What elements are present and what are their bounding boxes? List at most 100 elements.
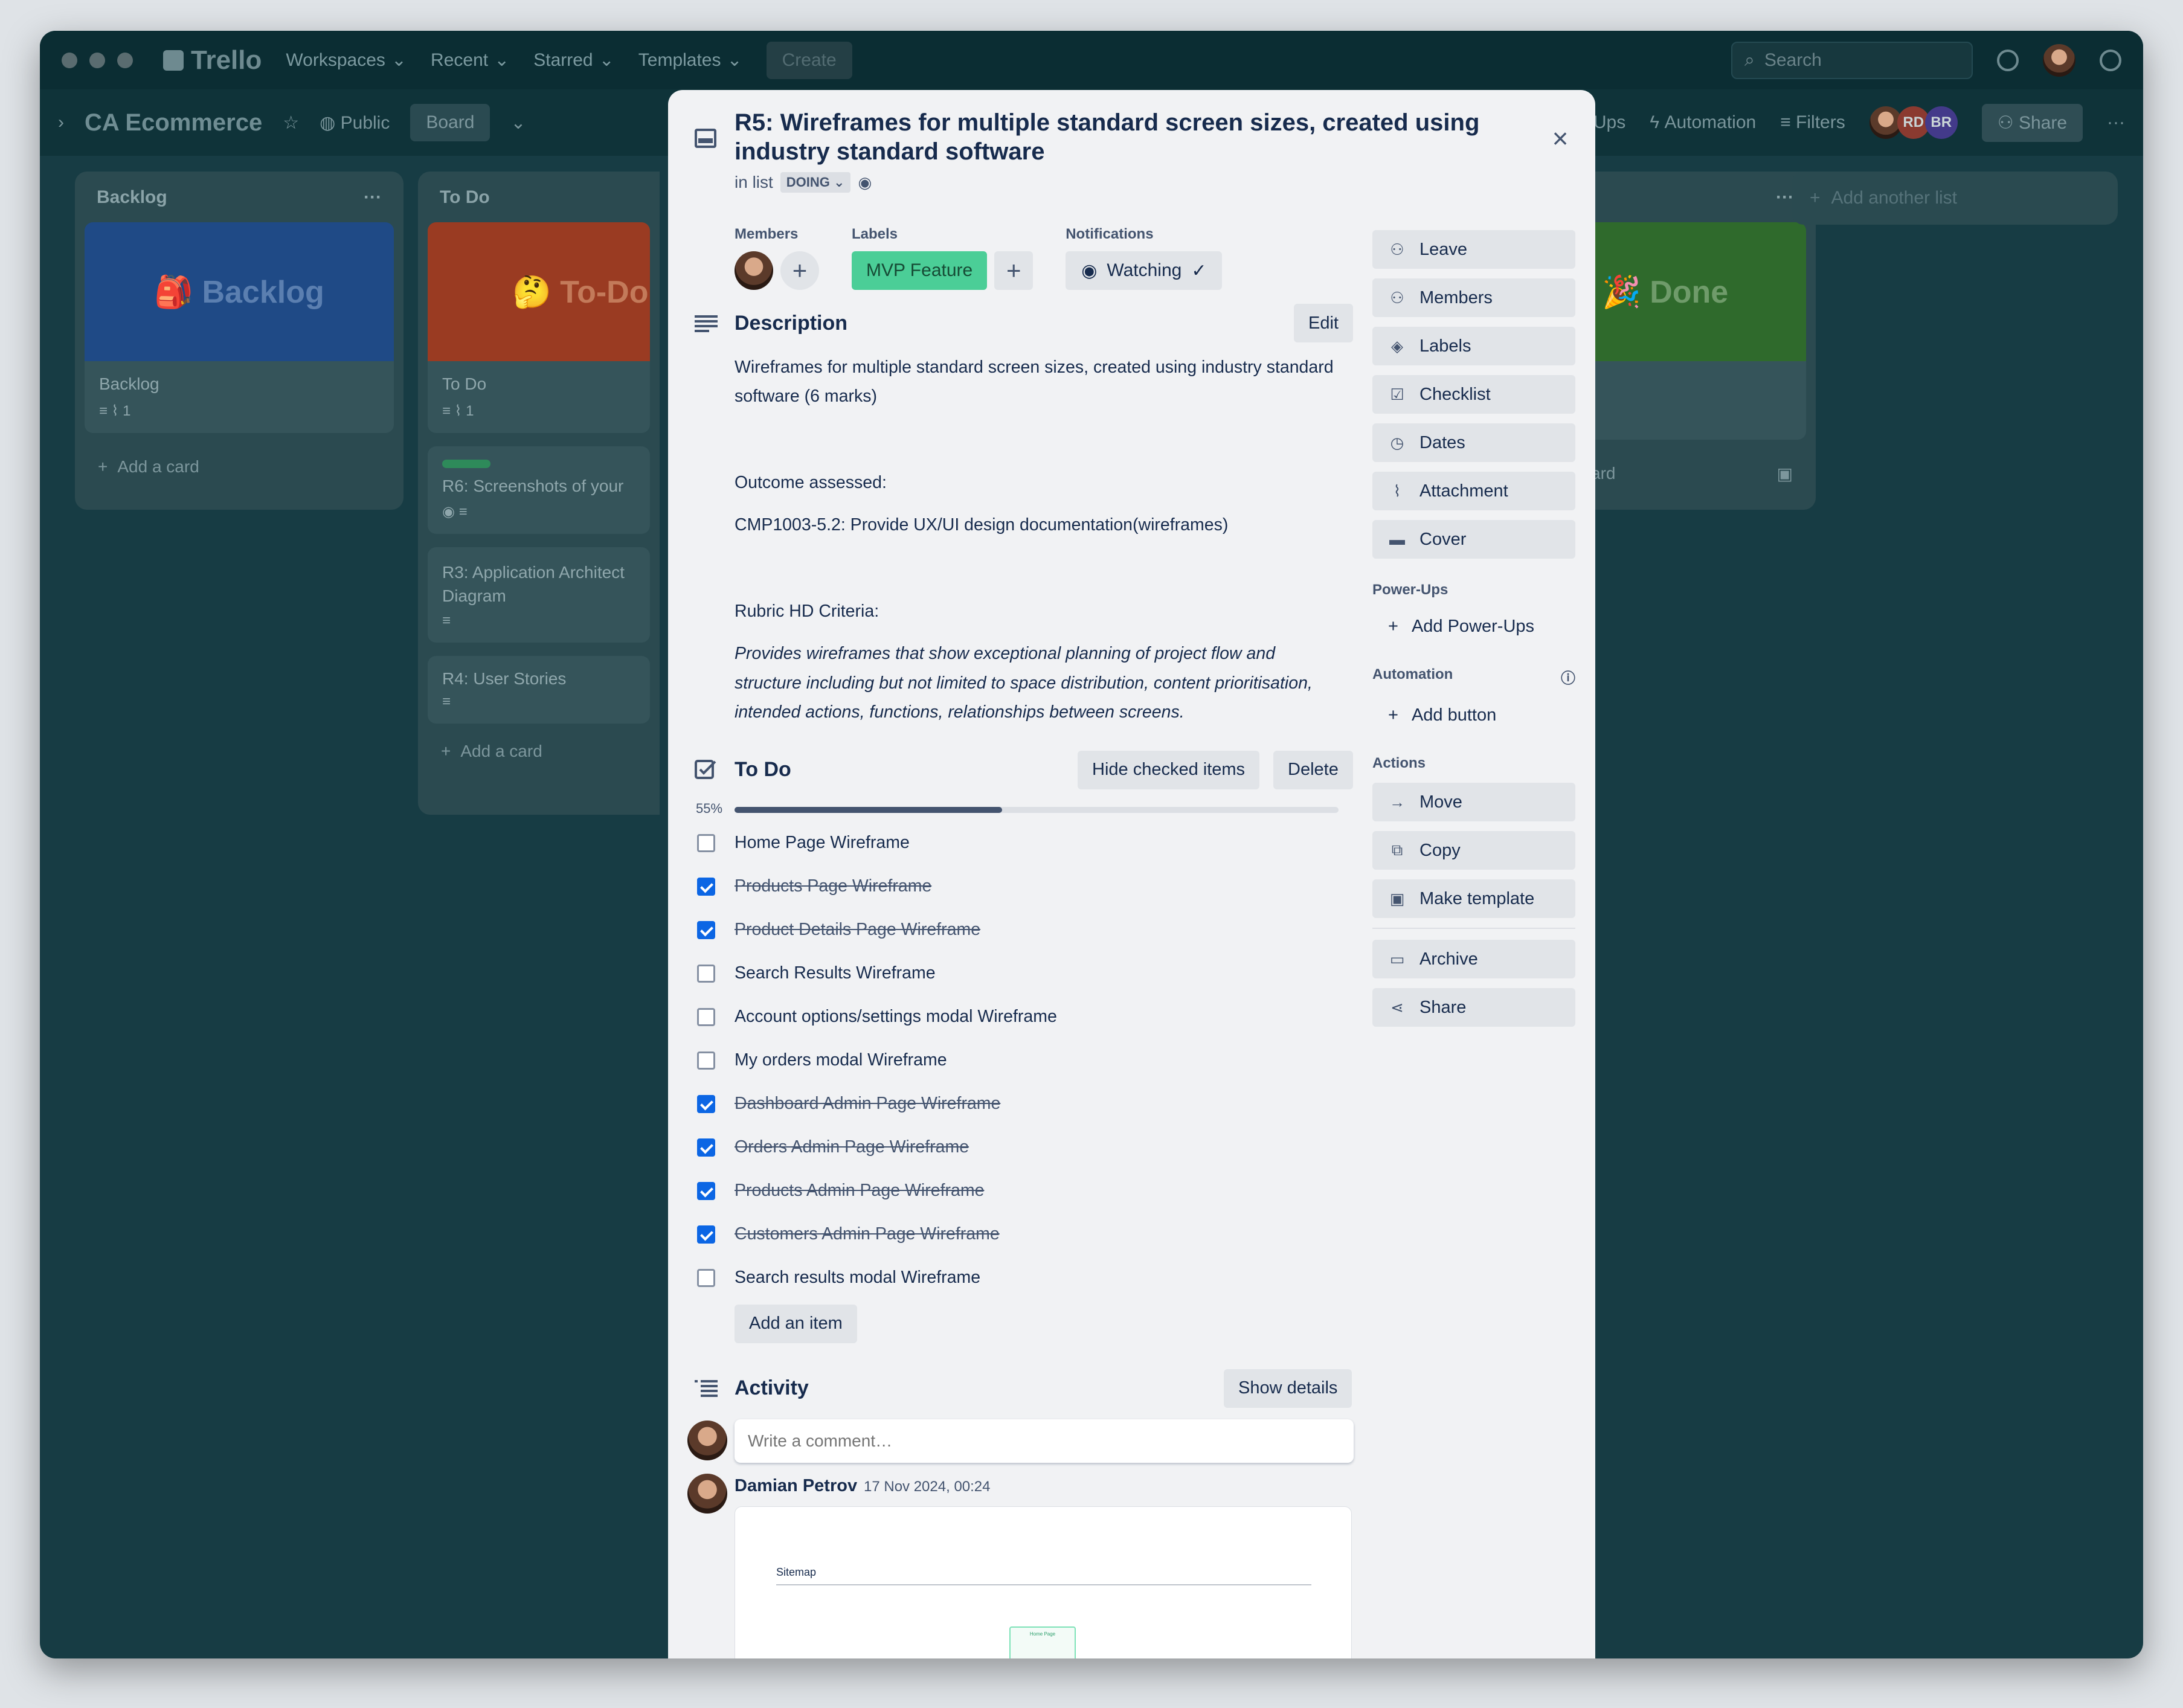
show-details-button[interactable]: Show details [1224,1369,1352,1408]
list-header[interactable]: To Do [428,187,650,208]
archive-button[interactable]: ▭ Archive [1372,940,1575,978]
card-title[interactable]: R5: Wireframes for multiple standard scr… [735,108,1496,166]
checklist-item[interactable]: Search Results Wireframe [668,952,1363,995]
checklist-item-text[interactable]: Home Page Wireframe [735,833,910,853]
checklist-item[interactable]: Home Page Wireframe [668,821,1363,865]
checklist-item-text[interactable]: Product Details Page Wireframe [735,920,980,940]
watching-button[interactable]: ◉ Watching ✓ [1066,251,1223,290]
list-header[interactable]: ··· [1578,187,1806,208]
add-label-button[interactable]: + [994,251,1034,290]
checklist-item-text[interactable]: Account options/settings modal Wireframe [735,1007,1057,1027]
dates-button[interactable]: ◷ Dates [1372,423,1575,462]
create-button[interactable]: Create [766,41,852,79]
checklist-button[interactable]: ☑ Checklist [1372,375,1575,414]
checklist-item[interactable]: Products Page Wireframe [668,865,1363,908]
user-avatar[interactable] [2043,43,2075,77]
checklist-item[interactable]: Account options/settings modal Wireframe [668,995,1363,1039]
add-checklist-item-button[interactable]: Add an item [735,1304,857,1343]
delete-checklist-button[interactable]: Delete [1273,750,1353,789]
attachment-button[interactable]: ⌇ Attachment [1372,472,1575,510]
checklist-item[interactable]: Dashboard Admin Page Wireframe [668,1082,1363,1126]
close-window-button[interactable] [62,52,77,68]
leave-button[interactable]: ⚇ Leave [1372,230,1575,269]
checklist-item-text[interactable]: My orders modal Wireframe [735,1050,947,1070]
chevron-right-icon[interactable]: › [58,112,64,133]
chevron-down-icon[interactable]: ⌄ [510,112,526,133]
add-member-button[interactable]: + [780,251,819,290]
template-icon[interactable]: ▣ [1777,464,1793,484]
checklist-item-text[interactable]: Products Page Wireframe [735,876,931,896]
search-input[interactable]: ⌕ Search [1731,41,1973,79]
make-template-button[interactable]: ▣ Make template [1372,879,1575,918]
checklist-item-text[interactable]: Search Results Wireframe [735,963,936,983]
card-r3[interactable]: R3: Application Architect Diagram ≡ [428,547,650,643]
add-powerups-button[interactable]: + Add Power-Ups [1372,609,1575,643]
attachment-preview[interactable]: Sitemap Home Page [735,1506,1352,1658]
checklist-checkbox[interactable] [697,833,715,852]
nav-recent[interactable]: Recent ⌄ [431,50,509,71]
trello-logo[interactable]: Trello [163,45,262,75]
add-list-button[interactable]: + Add another list [1792,172,2118,225]
checklist-item-text[interactable]: Dashboard Admin Page Wireframe [735,1094,1000,1114]
automation-button[interactable]: ϟ Automation [1650,112,1756,133]
members-button[interactable]: ⚇ Members [1372,278,1575,317]
share-button[interactable]: ⋖ Share [1372,988,1575,1027]
label-mvp-feature[interactable]: MVP Feature [852,251,988,290]
notifications-icon[interactable] [1997,49,2019,71]
checklist-item[interactable]: Customers Admin Page Wireframe [668,1213,1363,1256]
checklist-checkbox[interactable] [697,920,715,939]
checklist-item[interactable]: Product Details Page Wireframe [668,908,1363,952]
board-title[interactable]: CA Ecommerce [85,109,262,136]
hide-checked-items-button[interactable]: Hide checked items [1078,750,1260,789]
more-icon[interactable]: ··· [2107,112,2125,133]
checklist-checkbox[interactable] [697,877,715,896]
more-icon[interactable]: ··· [364,187,382,208]
labels-button[interactable]: ◈ Labels [1372,327,1575,365]
checklist-item-text[interactable]: Customers Admin Page Wireframe [735,1224,1000,1244]
activity-author[interactable]: Damian Petrov [735,1476,857,1496]
nav-templates[interactable]: Templates ⌄ [638,50,742,71]
share-board-button[interactable]: ⚇ Share [1981,103,2083,142]
checklist-checkbox[interactable] [697,1268,715,1287]
checklist-checkbox[interactable] [697,1138,715,1157]
nav-workspaces[interactable]: Workspaces ⌄ [286,50,407,71]
star-icon[interactable]: ☆ [283,112,299,133]
visibility-button[interactable]: ◍ Public [320,112,390,133]
comment-input[interactable] [735,1419,1354,1463]
settings-gear-icon[interactable] [2100,49,2121,71]
checklist-checkbox[interactable] [697,1094,715,1113]
list-selector[interactable]: DOING ⌄ [780,172,851,193]
checklist-item[interactable]: Orders Admin Page Wireframe [668,1126,1363,1169]
board-view-button[interactable]: Board [410,104,490,141]
checklist-checkbox[interactable] [697,1181,715,1200]
info-icon[interactable]: ⓘ [1561,666,1575,687]
checklist-checkbox[interactable] [697,964,715,983]
card-todo[interactable]: To Do ≡ ⌇ 1 [428,361,650,433]
cover-button[interactable]: ▬ Cover [1372,520,1575,559]
add-card-button[interactable]: + Add a card [85,433,394,479]
close-icon[interactable]: × [1546,124,1575,154]
maximize-window-button[interactable] [117,52,133,68]
description-body[interactable]: Wireframes for multiple standard screen … [735,353,1345,727]
activity-timestamp[interactable]: 17 Nov 2024, 00:24 [864,1478,991,1495]
move-button[interactable]: → Move [1372,783,1575,821]
card-r4[interactable]: R4: User Stories ≡ [428,656,650,724]
checklist-item[interactable]: Search results modal Wireframe [668,1256,1363,1300]
author-avatar[interactable] [687,1473,727,1514]
nav-starred[interactable]: Starred ⌄ [533,50,614,71]
checklist-checkbox[interactable] [697,1007,715,1026]
member-avatar[interactable]: BR [1924,106,1958,139]
checklist-item-text[interactable]: Search results modal Wireframe [735,1268,980,1288]
list-header[interactable]: Backlog ··· [85,187,394,208]
add-button-button[interactable]: + Add button [1372,698,1575,732]
checklist-checkbox[interactable] [697,1225,715,1244]
checklist-item[interactable]: My orders modal Wireframe [668,1039,1363,1082]
checklist-title[interactable]: To Do [735,758,791,782]
copy-button[interactable]: ⧉ Copy [1372,831,1575,870]
card-cover[interactable]: 🎒 Backlog [85,222,394,361]
checklist-item[interactable]: Products Admin Page Wireframe [668,1169,1363,1213]
card-r6[interactable]: R6: Screenshots of your ◉ ≡ [428,446,650,534]
minimize-window-button[interactable] [89,52,105,68]
filters-button[interactable]: ≡ Filters [1780,112,1845,133]
add-card-button[interactable]: ard ▣ [1578,440,1806,486]
